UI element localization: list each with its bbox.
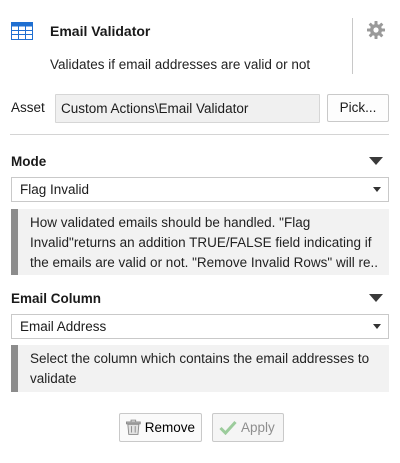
email-column-select-value: Email Address [20,319,107,334]
header-divider [352,18,353,74]
mode-help-line: Invalid"returns an addition TRUE/FALSE f… [30,235,372,250]
asset-label: Asset [11,100,45,115]
remove-button[interactable]: Remove [119,413,202,442]
checkmark-icon [219,420,237,435]
mode-help-text: How validated emails should be handled. … [11,209,389,275]
mode-help-line: How validated emails should be handled. … [30,215,311,230]
email-column-select[interactable]: Email Address [11,314,389,339]
email-column-collapse-icon[interactable] [369,294,383,302]
gear-icon[interactable] [366,20,386,40]
mode-section-title: Mode [11,154,47,169]
email-column-help-line: Select the column which contains the ema… [30,351,370,366]
trash-icon [126,419,141,435]
chevron-down-icon [373,324,381,329]
mode-help-line: the emails are valid or not. "Remove Inv… [30,255,379,270]
pick-button[interactable]: Pick... [327,94,389,122]
mode-select[interactable]: Flag Invalid [11,177,389,202]
section-divider [10,134,389,135]
tool-header: Email Validator Validates if email addre… [0,0,400,80]
grid-table-icon [11,22,33,40]
mode-select-value: Flag Invalid [20,182,90,197]
email-column-help-line: validate [30,371,77,386]
tool-description: Validates if email addresses are valid o… [50,57,311,72]
apply-button[interactable]: Apply [212,413,284,442]
email-column-help-text: Select the column which contains the ema… [11,345,389,392]
chevron-down-icon [373,187,381,192]
email-column-section-title: Email Column [11,291,102,306]
apply-button-label: Apply [241,420,275,435]
tool-title: Email Validator [50,23,151,39]
asset-path-field: Custom Actions\Email Validator [55,94,320,123]
mode-collapse-icon[interactable] [369,157,383,165]
remove-button-label: Remove [144,420,195,435]
